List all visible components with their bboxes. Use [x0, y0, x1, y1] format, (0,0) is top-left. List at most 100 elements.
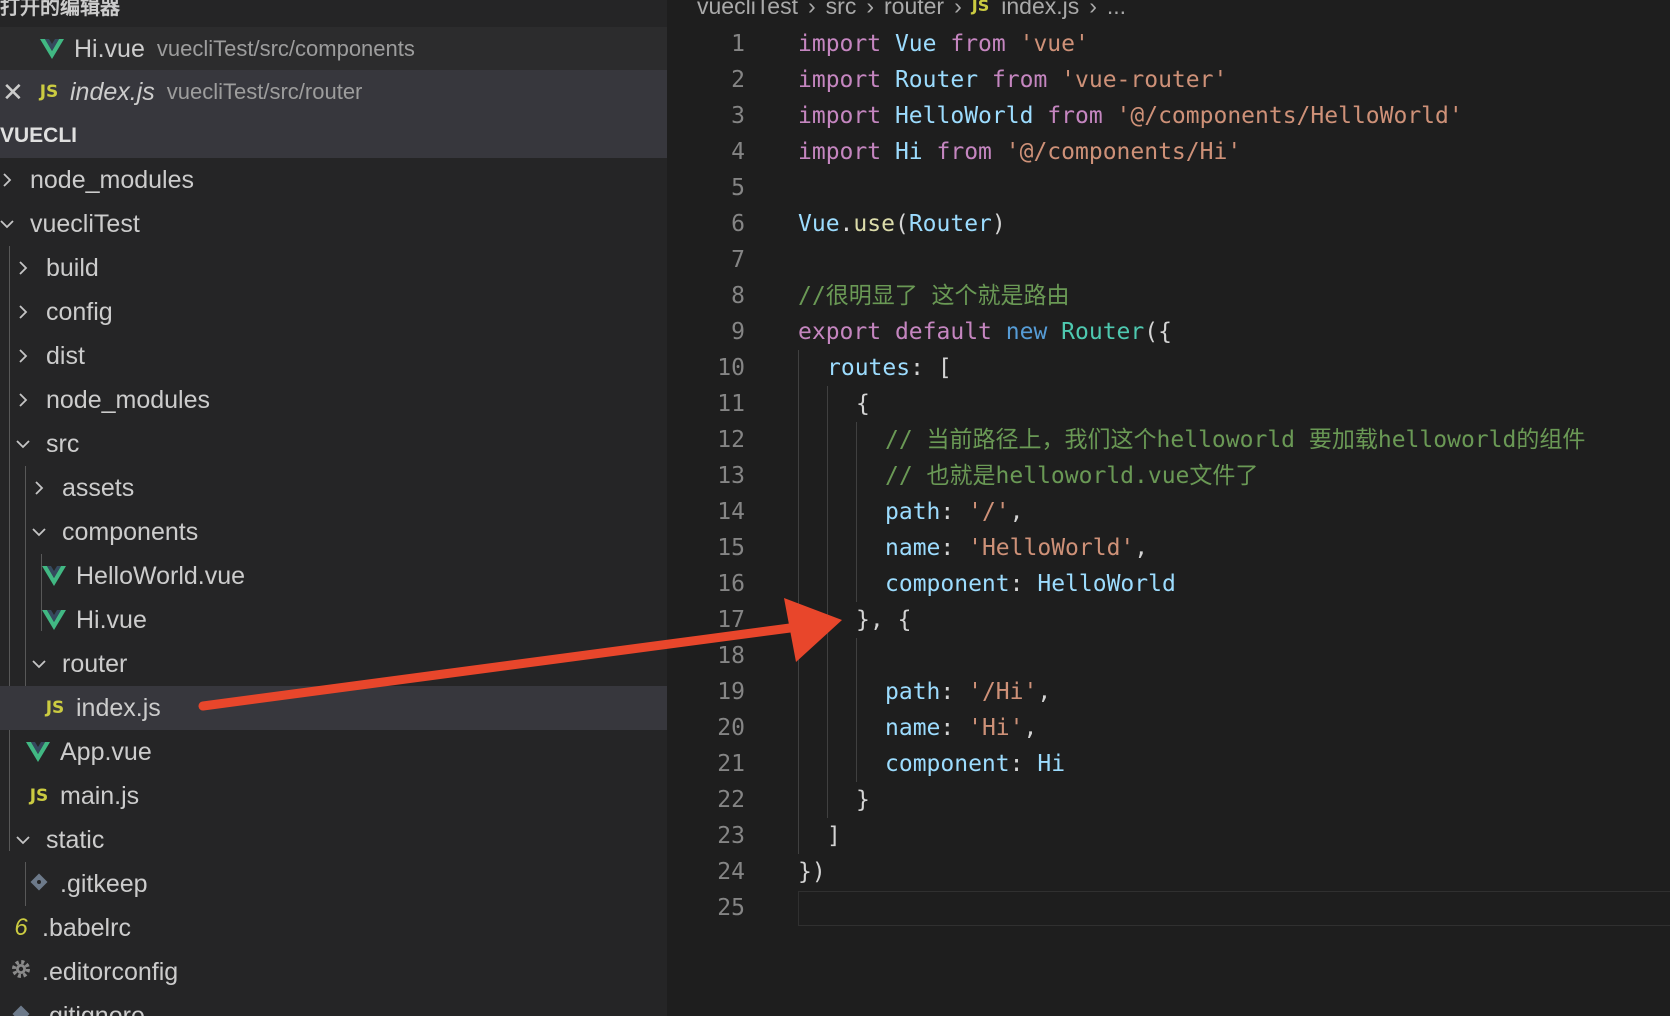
current-line-highlight: [798, 891, 1670, 926]
chevron-right-icon: ›: [866, 0, 874, 19]
code-editor[interactable]: vuecliTest › src › router › JS index.js …: [667, 0, 1670, 1016]
gear-icon: [8, 958, 34, 987]
line-number: 3: [731, 103, 745, 129]
vue-file-icon: [42, 566, 68, 586]
breadcrumb-item[interactable]: src: [826, 0, 857, 24]
line-number: 23: [717, 823, 745, 849]
tree-item-editorconfig[interactable]: .editorconfig: [0, 950, 667, 994]
tree-item-node-modules[interactable]: node_modules: [0, 378, 667, 422]
code-text: // 当前路径上，我们这个helloworld 要加载helloworld的组件: [885, 427, 1586, 453]
code-line[interactable]: 11 {: [667, 386, 1670, 422]
vue-file-icon: [42, 610, 68, 630]
code-line[interactable]: 5: [667, 170, 1670, 206]
code-text: // 也就是helloworld.vue文件了: [885, 463, 1259, 489]
code-line[interactable]: 1 import Vue from 'vue': [667, 26, 1670, 62]
tree-item-assets[interactable]: assets: [0, 466, 667, 510]
breadcrumb-item[interactable]: index.js: [1001, 0, 1079, 24]
chevron-down-icon: [32, 657, 46, 671]
breadcrumb-item[interactable]: ...: [1107, 0, 1126, 24]
line-number: 22: [717, 787, 745, 813]
code-line[interactable]: 9 export default new Router({: [667, 314, 1670, 350]
chevron-down-icon: [16, 437, 30, 451]
tree-item-config[interactable]: config: [0, 290, 667, 334]
code-text: //很明显了 这个就是路由: [798, 283, 1070, 309]
code-text: import HelloWorld from '@/components/Hel…: [798, 103, 1463, 129]
code-line[interactable]: 15 name: 'HelloWorld',: [667, 530, 1670, 566]
line-number: 21: [717, 751, 745, 777]
tree-item-components[interactable]: components: [0, 510, 667, 554]
tree-item-babelrc[interactable]: 6 .babelrc: [0, 906, 667, 950]
tree-item-build[interactable]: build: [0, 246, 667, 290]
line-number: 14: [717, 499, 745, 525]
explorer-sidebar: 打开的编辑器 Hi.vue vuecliTest/src/components …: [0, 0, 667, 1016]
code-text: ]: [827, 823, 841, 849]
js-file-icon: JS: [971, 0, 990, 15]
code-line[interactable]: 19 path: '/Hi',: [667, 674, 1670, 710]
babel-icon: 6: [14, 914, 28, 941]
tree-item-router[interactable]: router: [0, 642, 667, 686]
tree-item-src[interactable]: src: [0, 422, 667, 466]
code-line[interactable]: 25: [667, 890, 1670, 926]
code-line[interactable]: 12 // 当前路径上，我们这个helloworld 要加载helloworld的…: [667, 422, 1670, 458]
close-icon[interactable]: ✕: [2, 77, 26, 108]
tree-item-dist[interactable]: dist: [0, 334, 667, 378]
code-line[interactable]: 7: [667, 242, 1670, 278]
code-line[interactable]: 10 routes: [: [667, 350, 1670, 386]
chevron-right-icon: [32, 481, 46, 495]
line-number: 1: [731, 31, 745, 57]
line-number: 20: [717, 715, 745, 741]
code-line[interactable]: 18: [667, 638, 1670, 674]
tree-item-vueclitest[interactable]: vuecliTest: [0, 202, 667, 246]
code-line[interactable]: 14 path: '/',: [667, 494, 1670, 530]
line-number: 19: [717, 679, 745, 705]
tree-item-app-vue[interactable]: App.vue: [0, 730, 667, 774]
code-line[interactable]: 20 name: 'Hi',: [667, 710, 1670, 746]
line-number: 12: [717, 427, 745, 453]
tree-item-static[interactable]: static: [0, 818, 667, 862]
code-text: component: Hi: [885, 751, 1066, 777]
chevron-down-icon: [0, 217, 14, 231]
chevron-right-icon: ›: [807, 0, 816, 19]
tree-item-main-js[interactable]: JS main.js: [0, 774, 667, 818]
tree-item-hi-vue[interactable]: Hi.vue: [0, 598, 667, 642]
chevron-right-icon: [16, 305, 30, 319]
code-text: path: '/Hi',: [885, 679, 1052, 705]
code-area[interactable]: 1 import Vue from 'vue' 2 import Router fro…: [667, 26, 1670, 926]
open-editor-index-js[interactable]: ✕ JS index.js vuecliTest/src/router: [0, 70, 667, 114]
explorer-section-header[interactable]: VUECLI: [0, 114, 667, 158]
code-line[interactable]: 2 import Router from 'vue-router': [667, 62, 1670, 98]
code-line[interactable]: 13 // 也就是helloworld.vue文件了: [667, 458, 1670, 494]
line-number: 6: [731, 211, 745, 237]
chevron-right-icon: [0, 173, 14, 187]
code-line[interactable]: 6 Vue.use(Router): [667, 206, 1670, 242]
line-number: 17: [717, 607, 745, 633]
code-line[interactable]: 16 component: HelloWorld: [667, 566, 1670, 602]
code-text: component: HelloWorld: [885, 571, 1176, 597]
code-line[interactable]: 4 import Hi from '@/components/Hi': [667, 134, 1670, 170]
js-file-icon: JS: [29, 786, 49, 806]
open-editors-header[interactable]: 打开的编辑器: [0, 0, 667, 26]
tree-item-helloworld-vue[interactable]: HelloWorld.vue: [0, 554, 667, 598]
code-line[interactable]: 22}: [667, 782, 1670, 818]
code-text: import Vue from 'vue': [798, 31, 1089, 57]
tree-item-gitignore[interactable]: .gitignore: [0, 994, 667, 1016]
breadcrumb-item[interactable]: vuecliTest: [697, 0, 798, 24]
code-text: {: [856, 391, 870, 417]
tree-item-gitkeep[interactable]: .gitkeep: [0, 862, 667, 906]
code-line[interactable]: 24}): [667, 854, 1670, 890]
code-text: path: '/',: [885, 499, 1024, 525]
line-number: 25: [717, 895, 745, 921]
code-line[interactable]: 23]: [667, 818, 1670, 854]
tree-item-node-modules[interactable]: node_modules: [0, 158, 667, 202]
code-text: Vue.use(Router): [798, 211, 1006, 237]
code-line[interactable]: 8 //很明显了 这个就是路由: [667, 278, 1670, 314]
line-number: 7: [731, 247, 745, 273]
tree-item-index-js[interactable]: JS index.js: [0, 686, 667, 730]
line-number: 16: [717, 571, 745, 597]
chevron-right-icon: [16, 261, 30, 275]
code-line[interactable]: 3 import HelloWorld from '@/components/He…: [667, 98, 1670, 134]
open-editor-hi-vue[interactable]: Hi.vue vuecliTest/src/components: [0, 27, 667, 71]
code-line[interactable]: 21 component: Hi: [667, 746, 1670, 782]
code-line[interactable]: 17}, {: [667, 602, 1670, 638]
breadcrumb-item[interactable]: router: [884, 0, 944, 24]
